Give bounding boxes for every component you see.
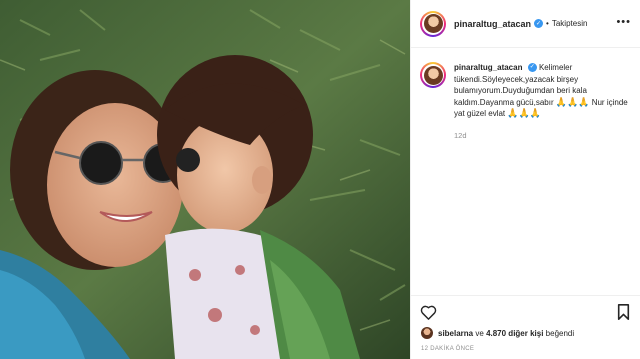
liker-username[interactable]: sibelarna: [438, 329, 473, 338]
post-image: [0, 0, 410, 359]
post-details-panel: pinaraltug_atacan ✓ • Takiptesin ••• pin…: [410, 0, 640, 359]
heart-icon[interactable]: [420, 304, 437, 320]
author-username[interactable]: pinaraltug_atacan: [454, 19, 531, 29]
action-bar: [411, 295, 640, 325]
post-caption: pinaraltug_atacan ✓ Kelimeler tükendi.Sö…: [420, 62, 635, 141]
post-timestamp: 12 DAKİKA ÖNCE: [421, 346, 475, 352]
header-separator: •: [546, 19, 549, 28]
likes-connector: ve: [475, 328, 484, 338]
likes-suffix: beğendi: [545, 328, 575, 338]
praying-hands-icon: 🙏🙏🙏: [555, 96, 590, 107]
post-photo[interactable]: [0, 0, 410, 359]
verified-badge-icon: ✓: [534, 19, 544, 28]
caption-username[interactable]: pinaraltug_atacan: [454, 63, 522, 72]
post-header: pinaraltug_atacan ✓ • Takiptesin •••: [411, 0, 640, 48]
bookmark-icon[interactable]: [617, 304, 630, 320]
praying-hands-icon: 🙏🙏🙏: [507, 108, 541, 118]
more-options-icon[interactable]: •••: [616, 17, 631, 28]
likes-count[interactable]: 4.870 diğer kişi: [486, 329, 543, 338]
likes-summary[interactable]: sibelarna ve 4.870 diğer kişi beğendi: [421, 327, 574, 339]
caption-time[interactable]: 12d: [454, 130, 634, 142]
author-avatar[interactable]: [420, 10, 446, 37]
follow-status-button[interactable]: Takiptesin: [552, 19, 588, 28]
liker-avatar[interactable]: [421, 327, 433, 339]
caption-author-avatar[interactable]: [420, 62, 446, 88]
verified-badge-icon: ✓: [527, 63, 537, 73]
